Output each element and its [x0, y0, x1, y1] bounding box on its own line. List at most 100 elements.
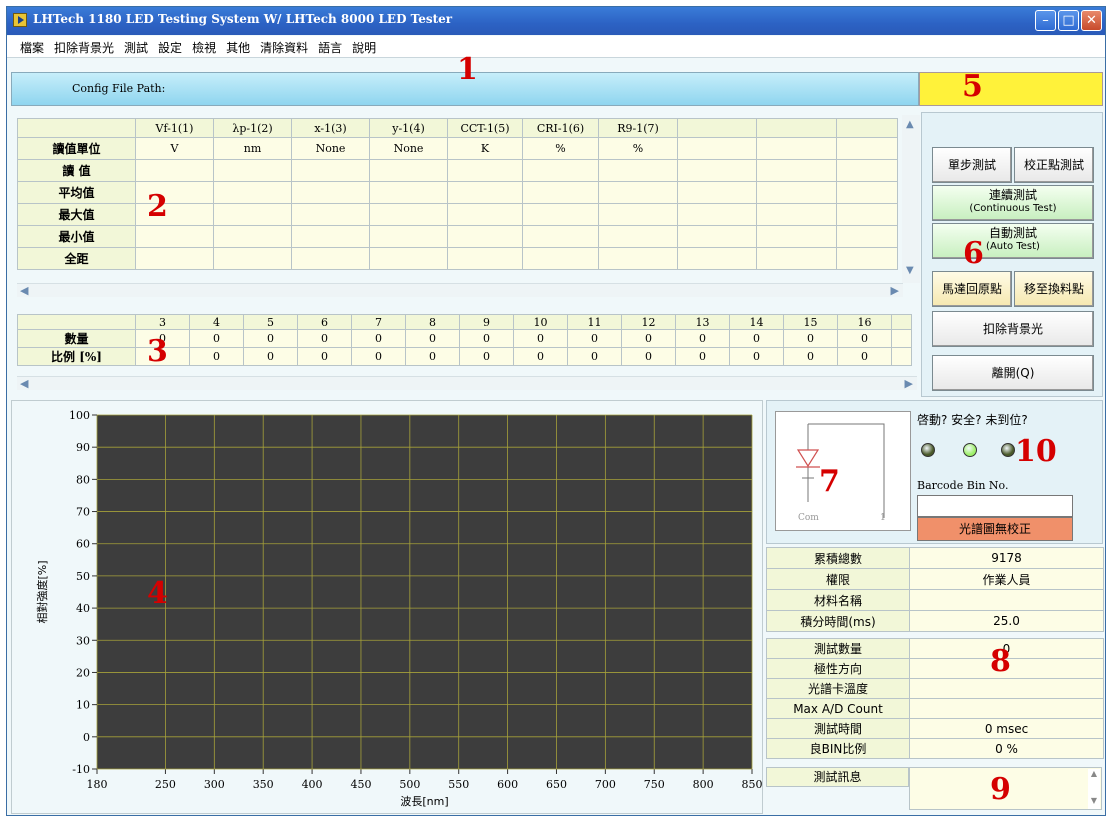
table-cell: [291, 181, 370, 204]
readings-col-header: x-1(3): [291, 118, 370, 138]
table-cell: [522, 247, 599, 270]
scroll-right-icon[interactable]: ▶: [905, 377, 913, 390]
table-cell: [369, 203, 448, 226]
table-cell: [291, 225, 370, 248]
menu-view[interactable]: 檢視: [187, 36, 221, 59]
menu-settings[interactable]: 設定: [153, 36, 187, 59]
close-button[interactable]: ✕: [1081, 10, 1102, 31]
table-cell: [213, 159, 292, 182]
table-cell: [291, 203, 370, 226]
readings-horizontal-scrollbar[interactable]: ◀ ▶: [17, 283, 903, 297]
test-info-table: 測試數量 0 極性方向 光譜卡溫度 Max A/D Count 測試時間 0 mse…: [766, 638, 1104, 759]
bin-horizontal-scrollbar[interactable]: ◀ ▶: [17, 376, 917, 390]
table-cell: [291, 247, 370, 270]
table-cell: [213, 203, 292, 226]
continuous-test-button[interactable]: 連續測試 (Continuous Test): [932, 185, 1094, 221]
table-cell: [836, 203, 898, 226]
bin-ratio-cell: 0: [621, 347, 676, 366]
unit-cell: None: [369, 137, 448, 160]
bin-ratio-cell: 0: [297, 347, 352, 366]
table-cell: [447, 247, 523, 270]
bin-col-header: 3: [135, 314, 190, 330]
scroll-down-icon[interactable]: ▼: [906, 265, 914, 276]
message-scrollbar[interactable]: ▲ ▼: [1088, 769, 1100, 809]
readings-row-label: 讀值單位: [17, 137, 136, 160]
bin-count-cell: 0: [243, 329, 298, 348]
bin-count-cell: [891, 329, 912, 348]
led-diagram-svg: Com 1: [796, 423, 886, 523]
unit-cell: %: [598, 137, 678, 160]
menu-subtract-background[interactable]: 扣除背景光: [49, 36, 119, 59]
exit-button[interactable]: 離開(Q): [932, 355, 1094, 391]
spectrum-chart-svg: 180 250 300 350 400 450 500 550 600 650 700 750 800 8…: [35, 409, 763, 808]
table-cell: [677, 225, 757, 248]
auto-test-label: 自動測試: [988, 226, 1037, 240]
info-label: 測試時間: [766, 718, 910, 739]
info-label: 累積總數: [766, 547, 910, 569]
auto-test-sublabel: (Auto Test): [986, 241, 1040, 252]
readings-row-label: 最大值: [17, 203, 136, 226]
callout-9: 9: [990, 772, 1011, 807]
info-label: Max A/D Count: [766, 698, 910, 719]
safety-indicator: [963, 443, 977, 457]
table-cell: [598, 247, 678, 270]
bin-ratio-cell: 0: [675, 347, 730, 366]
table-cell: [756, 225, 837, 248]
single-test-button[interactable]: 單步測試: [932, 147, 1012, 183]
minimize-button[interactable]: –: [1035, 10, 1056, 31]
scroll-left-icon[interactable]: ◀: [20, 284, 28, 297]
info-label: 積分時間(ms): [766, 610, 910, 632]
subtract-background-button[interactable]: 扣除背景光: [932, 311, 1094, 347]
unit-cell: %: [522, 137, 599, 160]
motor-home-button[interactable]: 馬達回原點: [932, 271, 1012, 307]
bin-col-header: 14: [729, 314, 784, 330]
scroll-up-icon[interactable]: ▲: [906, 119, 914, 130]
x-tick-label: 350: [253, 778, 274, 791]
bin-count-cell: 0: [837, 329, 892, 348]
table-cell: [135, 247, 214, 270]
bin-col-header: 15: [783, 314, 838, 330]
callout-2: 2: [147, 189, 168, 224]
summary-info-table: 累積總數 9178 權限 作業人員 材料名稱 積分時間(ms) 25.0: [766, 547, 1104, 632]
bin-ratio-cell: 0: [405, 347, 460, 366]
bin-col-header: 8: [405, 314, 460, 330]
readings-col-header: R9-1(7): [598, 118, 678, 138]
menu-test[interactable]: 測試: [119, 36, 153, 59]
callout-3: 3: [147, 334, 168, 369]
callout-8: 8: [990, 644, 1011, 679]
x-tick-label: 650: [546, 778, 567, 791]
bin-ratio-cell: 0: [567, 347, 622, 366]
table-cell: [756, 247, 837, 270]
move-to-load-button[interactable]: 移至換料點: [1014, 271, 1094, 307]
table-cell: [369, 247, 448, 270]
scroll-left-icon[interactable]: ◀: [20, 377, 28, 390]
x-tick-label: 300: [204, 778, 225, 791]
unit-cell: [756, 137, 837, 160]
callout-4: 4: [147, 576, 168, 611]
menu-other[interactable]: 其他: [221, 36, 255, 59]
maximize-button[interactable]: □: [1058, 10, 1079, 31]
bin-count-cell: 0: [621, 329, 676, 348]
table-cell: [135, 159, 214, 182]
readings-col-header: λp-1(2): [213, 118, 292, 138]
y-tick-label: 60: [76, 538, 90, 551]
table-cell: [369, 159, 448, 182]
x-tick-label: 600: [497, 778, 518, 791]
calibration-test-button[interactable]: 校正點測試: [1014, 147, 1094, 183]
menu-clear-data[interactable]: 清除資料: [255, 36, 313, 59]
auto-test-button[interactable]: 自動測試 (Auto Test): [932, 223, 1094, 259]
menu-language[interactable]: 語言: [313, 36, 347, 59]
x-tick-label: 250: [155, 778, 176, 791]
table-cell: [522, 181, 599, 204]
barcode-bin-field[interactable]: [917, 495, 1073, 517]
menu-help[interactable]: 說明: [347, 36, 381, 59]
plot-area: [97, 415, 752, 769]
info-value: [909, 589, 1104, 611]
bin-ratio-cell: 0: [729, 347, 784, 366]
readings-vertical-scrollbar[interactable]: ▲ ▼: [902, 115, 920, 283]
y-tick-label: -10: [72, 763, 90, 776]
scroll-right-icon[interactable]: ▶: [891, 284, 899, 297]
readings-col-header: CRI-1(6): [522, 118, 599, 138]
y-tick-label: 0: [83, 731, 90, 744]
menu-file[interactable]: 檔案: [15, 36, 49, 59]
